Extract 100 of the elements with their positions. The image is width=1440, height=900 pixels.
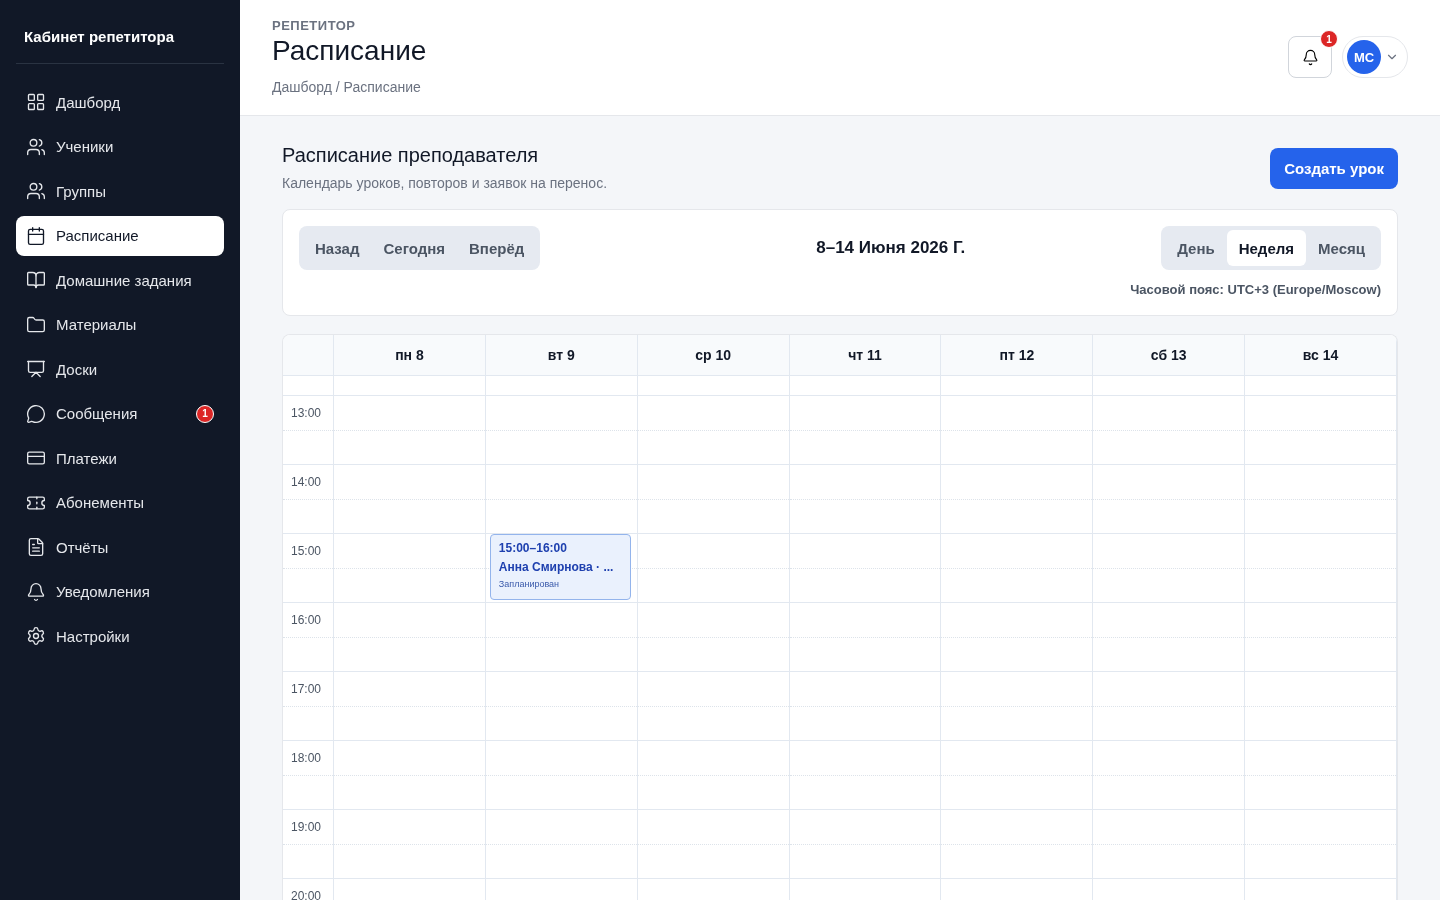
time-slot[interactable] <box>334 810 486 879</box>
nav-label: Платежи <box>56 449 118 467</box>
sidebar-item[interactable]: Платежи <box>16 438 224 478</box>
time-slot[interactable] <box>789 465 942 534</box>
time-slot[interactable] <box>1093 534 1246 603</box>
time-slot[interactable] <box>1093 672 1246 741</box>
time-slot[interactable] <box>637 672 790 741</box>
time-slot[interactable] <box>1245 465 1397 534</box>
nav-icon <box>26 626 46 646</box>
time-slot[interactable] <box>941 741 1094 810</box>
time-slot[interactable] <box>941 672 1094 741</box>
sidebar-item[interactable]: Материалы <box>16 304 224 345</box>
time-slot[interactable] <box>789 376 942 396</box>
time-label: 16:00 <box>291 613 322 627</box>
time-slot[interactable] <box>334 603 486 672</box>
nav-label: Уведомления <box>56 583 151 600</box>
sidebar-item[interactable]: Абонементы <box>16 482 224 523</box>
time-slot[interactable] <box>485 741 638 810</box>
sidebar-item[interactable]: Доски <box>16 349 224 389</box>
time-slot[interactable] <box>1093 603 1246 672</box>
bell-icon <box>1301 48 1319 66</box>
sidebar-item[interactable]: Сообщения 1 <box>16 393 224 434</box>
sidebar-item[interactable]: Ученики <box>16 126 224 167</box>
nav-label: Домашние задания <box>56 271 193 289</box>
sidebar-item[interactable]: Группы <box>16 171 224 211</box>
time-slot[interactable] <box>941 396 1094 465</box>
time-slot[interactable] <box>1245 810 1397 879</box>
nav-label: Абонементы <box>56 494 146 511</box>
time-label: 19:00 <box>291 820 322 834</box>
time-slot[interactable] <box>789 810 942 879</box>
time-slot[interactable] <box>941 376 1094 396</box>
time-slot[interactable] <box>1245 534 1397 603</box>
nav-icon <box>26 136 46 157</box>
time-slot[interactable] <box>485 810 638 879</box>
nav-button[interactable]: Сегодня <box>371 230 457 266</box>
time-slot[interactable] <box>789 672 942 741</box>
day-header: пн 8 <box>334 335 486 376</box>
time-slot[interactable] <box>789 741 942 810</box>
create-lesson-button[interactable]: Создать урок <box>1270 148 1398 189</box>
time-slot[interactable] <box>1093 465 1246 534</box>
time-slot[interactable] <box>485 396 638 465</box>
day-header: чт 11 <box>789 335 942 376</box>
nav-button[interactable]: Вперёд <box>457 230 537 266</box>
nav-icon <box>26 225 46 246</box>
time-slot[interactable] <box>485 672 638 741</box>
time-slot[interactable] <box>637 810 790 879</box>
view-tab[interactable]: Неделя <box>1226 230 1306 266</box>
time-slot[interactable] <box>637 376 790 396</box>
time-slot[interactable] <box>941 465 1094 534</box>
view-tab[interactable]: День <box>1165 230 1227 266</box>
time-slot[interactable] <box>637 465 790 534</box>
time-slot[interactable] <box>1093 741 1246 810</box>
time-slot[interactable] <box>941 810 1094 879</box>
time-slot[interactable] <box>334 376 486 396</box>
sidebar-item[interactable]: Настройки <box>16 616 224 656</box>
nav-icon <box>26 359 46 379</box>
nav-icon <box>26 537 46 557</box>
sidebar-item[interactable]: Уведомления <box>16 571 224 612</box>
time-slot[interactable] <box>1245 603 1397 672</box>
sidebar-item[interactable]: Дашборд <box>16 82 224 122</box>
time-slot[interactable] <box>941 603 1094 672</box>
nav-icon <box>26 181 46 201</box>
notifications-button[interactable] <box>1288 36 1332 78</box>
day-header: вс 14 <box>1245 335 1397 376</box>
time-slot[interactable] <box>334 465 486 534</box>
sidebar-item[interactable]: Домашние задания <box>16 260 224 300</box>
time-slot[interactable] <box>789 396 942 465</box>
time-slot[interactable] <box>1093 376 1246 396</box>
nav-icon <box>26 314 46 335</box>
nav-label: Дашборд <box>56 93 122 111</box>
nav-label: Расписание <box>56 227 140 244</box>
time-slot[interactable] <box>789 603 942 672</box>
time-slot[interactable] <box>637 603 790 672</box>
time-slot[interactable] <box>334 534 486 603</box>
nav-button[interactable]: Назад <box>303 230 372 266</box>
nav-label: Ученики <box>56 138 115 155</box>
user-menu-button[interactable]: МС <box>1342 36 1408 78</box>
time-slot[interactable] <box>1245 672 1397 741</box>
view-tab[interactable]: Месяц <box>1306 230 1377 266</box>
time-slot[interactable] <box>789 534 942 603</box>
time-label: 14:00 <box>291 475 322 489</box>
time-slot[interactable] <box>1245 396 1397 465</box>
section-title: Расписание преподавателя <box>282 144 540 167</box>
time-slot[interactable] <box>1093 396 1246 465</box>
time-slot[interactable] <box>637 396 790 465</box>
time-slot[interactable] <box>1093 810 1246 879</box>
time-slot[interactable] <box>334 396 486 465</box>
time-slot[interactable] <box>485 376 638 396</box>
time-slot[interactable] <box>485 603 638 672</box>
sidebar-item[interactable]: Расписание <box>16 215 224 256</box>
time-slot[interactable] <box>637 534 790 603</box>
time-label: 18:00 <box>291 751 322 765</box>
sidebar-item[interactable]: Отчёты <box>16 527 224 567</box>
time-slot[interactable] <box>334 741 486 810</box>
time-slot[interactable] <box>1245 376 1397 396</box>
time-label: 20:00 <box>291 889 322 900</box>
time-slot[interactable] <box>637 741 790 810</box>
time-slot[interactable] <box>334 672 486 741</box>
time-slot[interactable] <box>1245 741 1397 810</box>
time-slot[interactable] <box>941 534 1094 603</box>
